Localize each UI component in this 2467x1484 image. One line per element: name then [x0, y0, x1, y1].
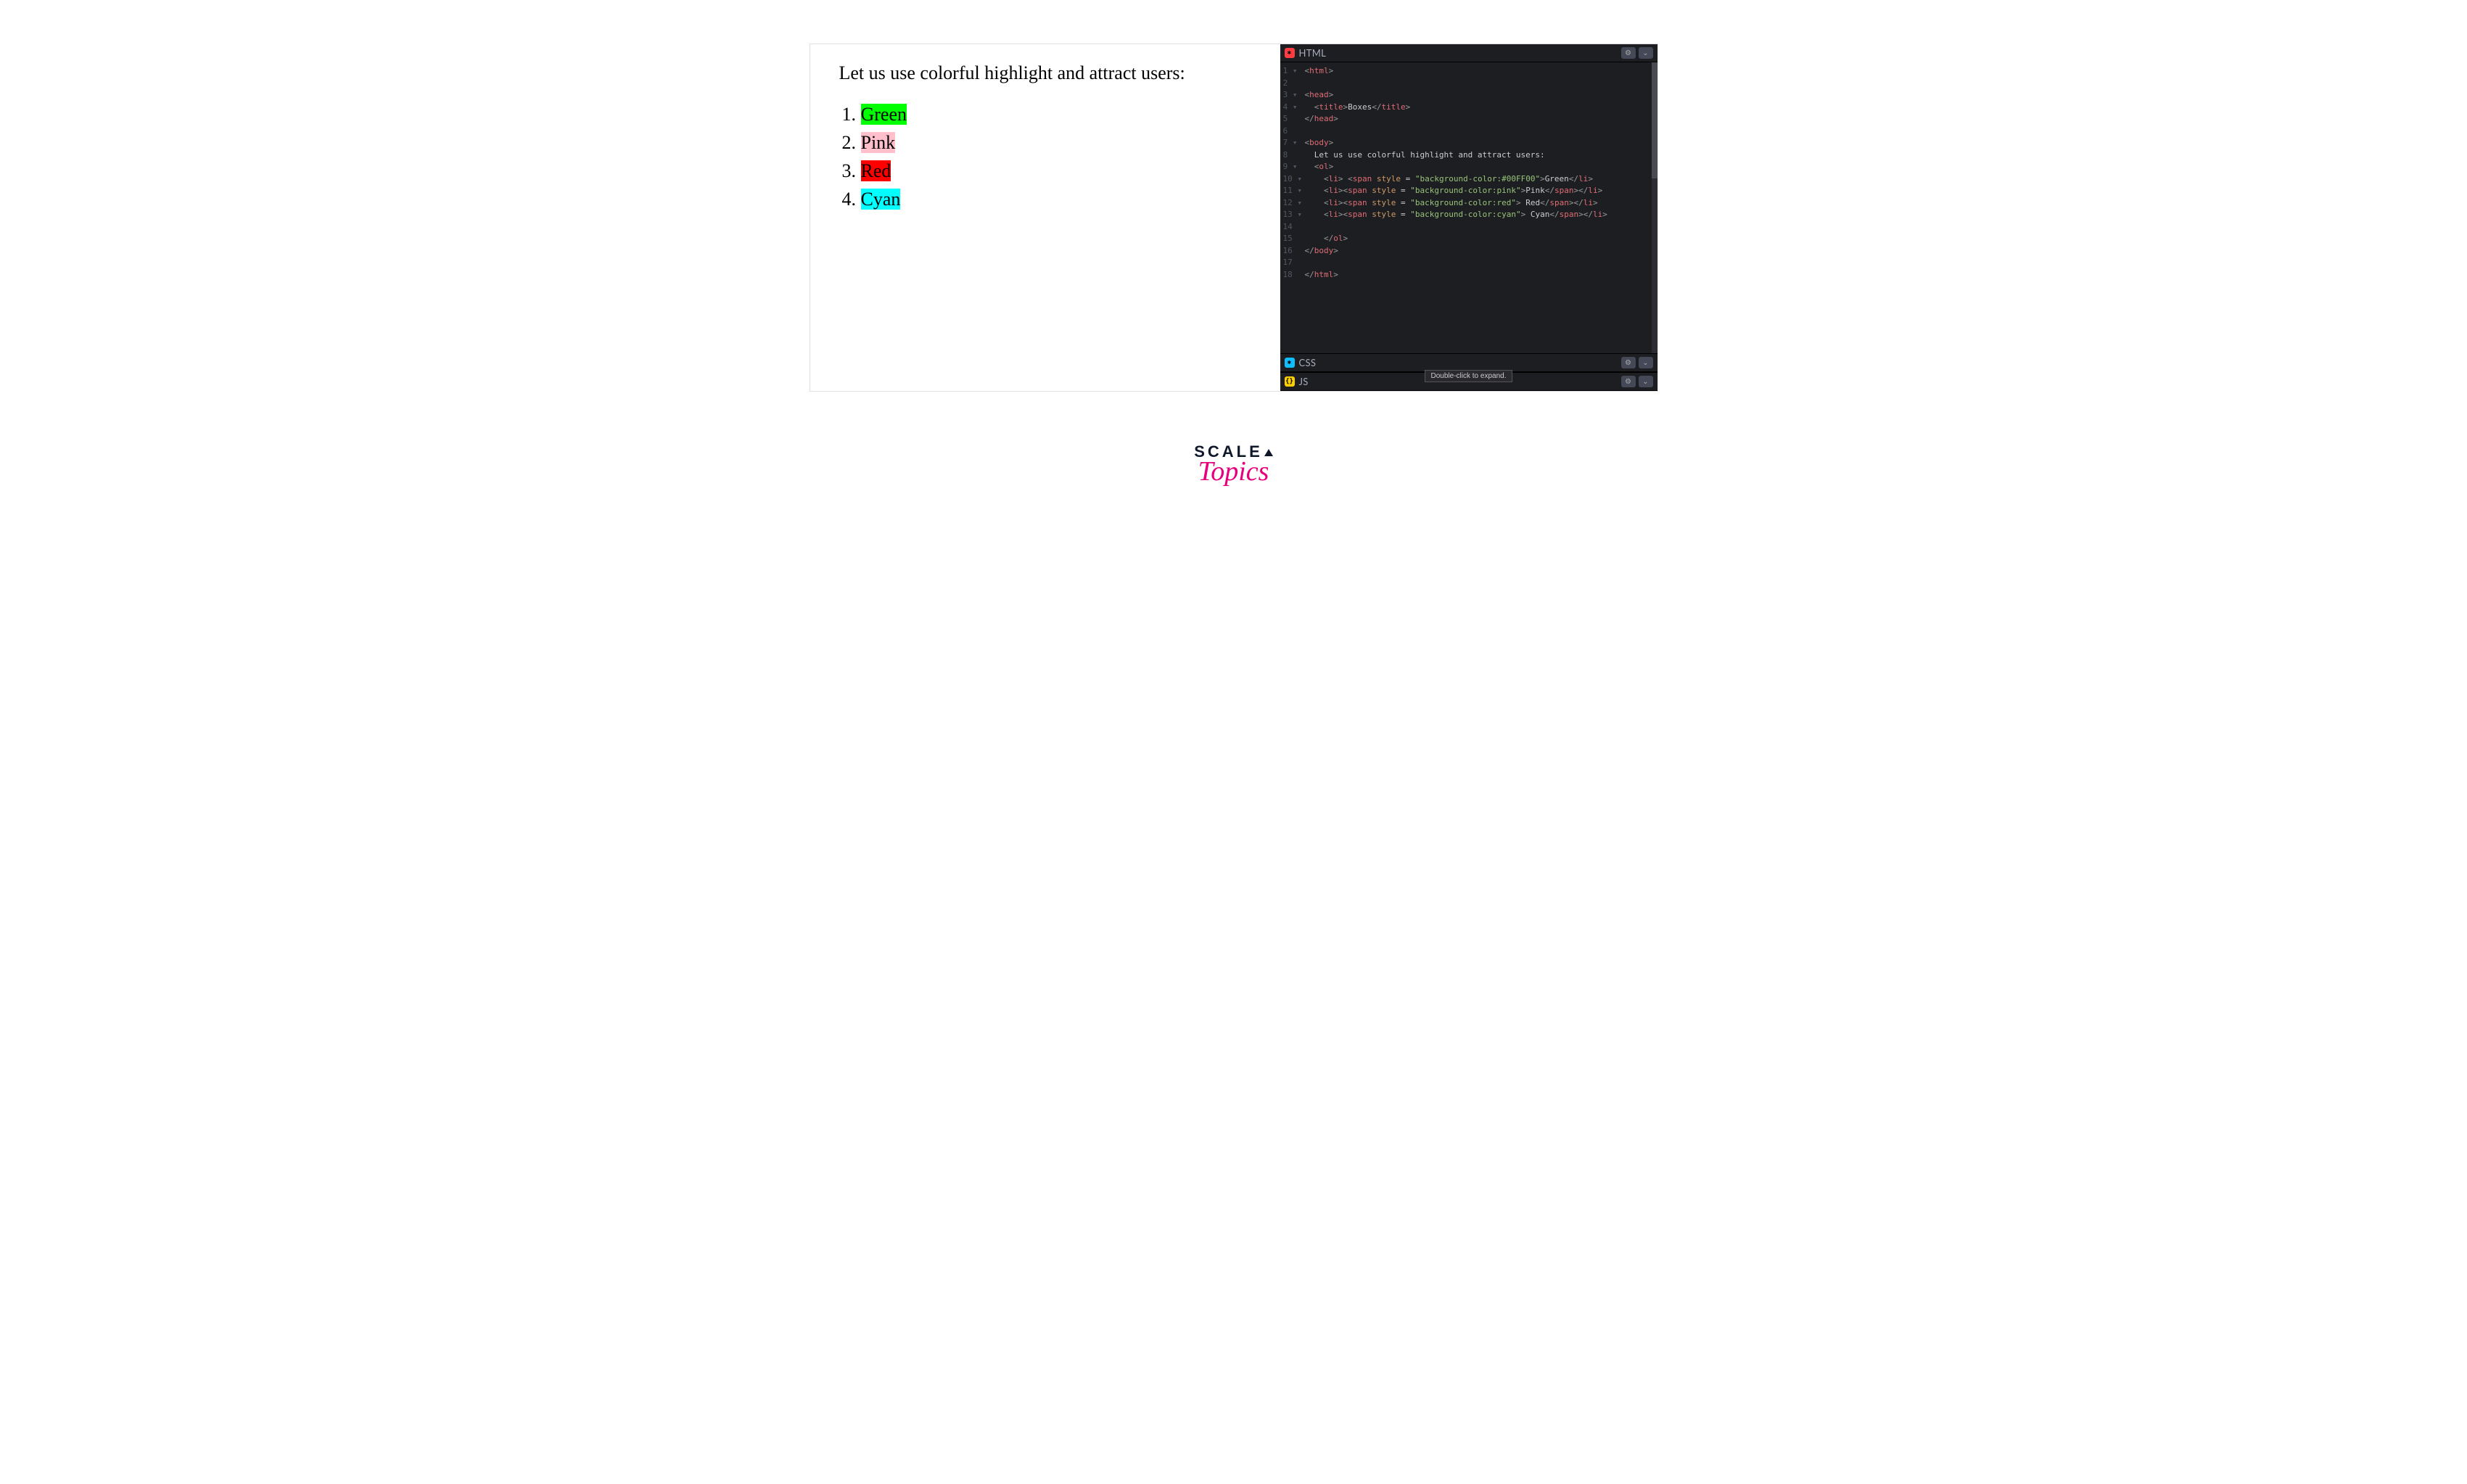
line-gutter: 1 ▾2 3 ▾4 ▾5 6 7 ▾8 9 ▾10 ▾11 ▾12 ▾13 ▾1…	[1280, 62, 1305, 353]
preview-list: Green Pink Red Cyan	[839, 100, 1251, 213]
preview-panel: Let us use colorful highlight and attrac…	[810, 44, 1280, 391]
collapse-button[interactable]: ⌄	[1639, 47, 1653, 59]
editor-panel: ✱ HTML ⚙ ⌄ 1 ▾2 3 ▾4 ▾5 6 7 ▾8 9 ▾10 ▾11…	[1280, 44, 1657, 391]
chevron-down-icon: ⌄	[1642, 359, 1648, 367]
code-area[interactable]: 1 ▾2 3 ▾4 ▾5 6 7 ▾8 9 ▾10 ▾11 ▾12 ▾13 ▾1…	[1280, 62, 1657, 353]
settings-button[interactable]: ⚙	[1621, 47, 1636, 59]
list-item: Pink	[861, 128, 1251, 157]
js-panel-header-left: {} JS	[1285, 376, 1309, 387]
highlight-green: Green	[861, 104, 907, 125]
gear-icon: ⚙	[1625, 359, 1631, 367]
js-panel-header-right: ⚙ ⌄	[1621, 376, 1653, 387]
highlight-cyan: Cyan	[861, 189, 901, 210]
html-panel-header-left: ✱ HTML	[1285, 47, 1327, 59]
list-item: Red	[861, 157, 1251, 185]
chevron-down-icon: ⌄	[1642, 378, 1648, 386]
logo-topics: Topics	[1194, 455, 1273, 487]
css-panel-header-left: ✱ CSS	[1285, 357, 1317, 368]
gear-icon: ⚙	[1625, 378, 1631, 386]
gear-icon: ⚙	[1625, 49, 1631, 57]
html-icon: ✱	[1285, 48, 1295, 58]
css-panel-title: CSS	[1299, 357, 1317, 368]
scrollbar-track[interactable]	[1652, 62, 1657, 353]
js-panel-title: JS	[1299, 376, 1309, 387]
scrollbar-thumb[interactable]	[1652, 62, 1657, 178]
expand-tooltip: Double-click to expand.	[1425, 370, 1513, 382]
logo: SCALE Topics	[1194, 442, 1273, 487]
css-panel-header-right: ⚙ ⌄	[1621, 357, 1653, 368]
settings-button[interactable]: ⚙	[1621, 357, 1636, 368]
css-panel: ✱ CSS ⚙ ⌄ Double-click to expand.	[1280, 353, 1657, 372]
settings-button[interactable]: ⚙	[1621, 376, 1636, 387]
collapse-button[interactable]: ⌄	[1639, 376, 1653, 387]
list-item: Green	[861, 100, 1251, 128]
html-panel-title: HTML	[1299, 47, 1327, 59]
code-lines[interactable]: <html> <head> <title>Boxes</title></head…	[1305, 62, 1657, 353]
highlight-red: Red	[861, 160, 891, 181]
main-container: Let us use colorful highlight and attrac…	[810, 44, 1658, 392]
js-icon: {}	[1285, 376, 1295, 387]
chevron-down-icon: ⌄	[1642, 49, 1648, 57]
highlight-pink: Pink	[861, 132, 896, 153]
list-item: Cyan	[861, 185, 1251, 213]
html-panel-header-right: ⚙ ⌄	[1621, 47, 1653, 59]
html-panel-header[interactable]: ✱ HTML ⚙ ⌄	[1280, 44, 1657, 62]
css-icon: ✱	[1285, 358, 1295, 368]
collapse-button[interactable]: ⌄	[1639, 357, 1653, 368]
preview-intro: Let us use colorful highlight and attrac…	[839, 59, 1251, 87]
